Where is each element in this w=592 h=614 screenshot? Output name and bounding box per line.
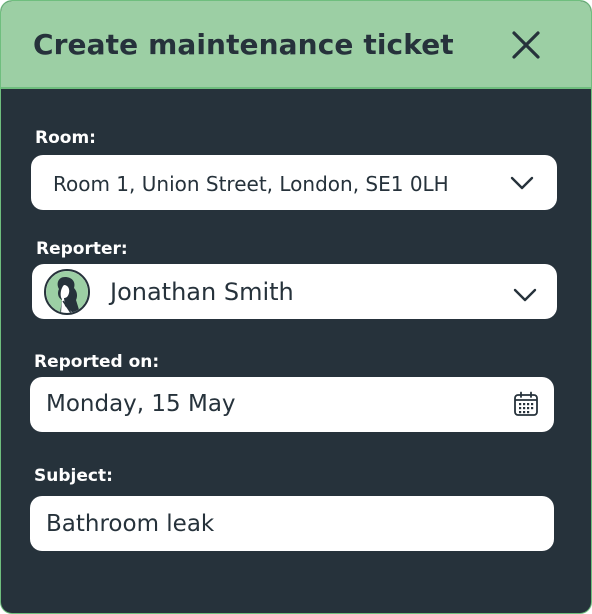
create-ticket-dialog: Create maintenance ticket Room: Room 1, … [0, 0, 592, 614]
reported-on-date-picker[interactable]: Monday, 15 May [30, 377, 554, 432]
room-select[interactable]: Room 1, Union Street, London, SE1 0LH [31, 155, 557, 210]
room-label: Room: [35, 128, 96, 148]
calendar-icon[interactable] [513, 391, 539, 417]
subject-label: Subject: [34, 466, 113, 486]
subject-input[interactable] [30, 496, 554, 551]
room-value: Room 1, Union Street, London, SE1 0LH [53, 172, 449, 196]
dialog-title: Create maintenance ticket [33, 28, 454, 61]
chevron-down-icon [510, 176, 534, 190]
user-avatar [44, 269, 90, 315]
reporter-name: Jonathan Smith [110, 278, 294, 306]
dialog-header: Create maintenance ticket [1, 1, 591, 89]
close-icon [512, 31, 540, 59]
close-button[interactable] [505, 25, 547, 67]
reported-on-label: Reported on: [34, 352, 160, 372]
chevron-down-icon [513, 288, 537, 302]
reported-on-value: Monday, 15 May [46, 391, 236, 417]
reporter-select[interactable]: Jonathan Smith [32, 264, 557, 319]
reporter-label: Reporter: [36, 239, 128, 259]
